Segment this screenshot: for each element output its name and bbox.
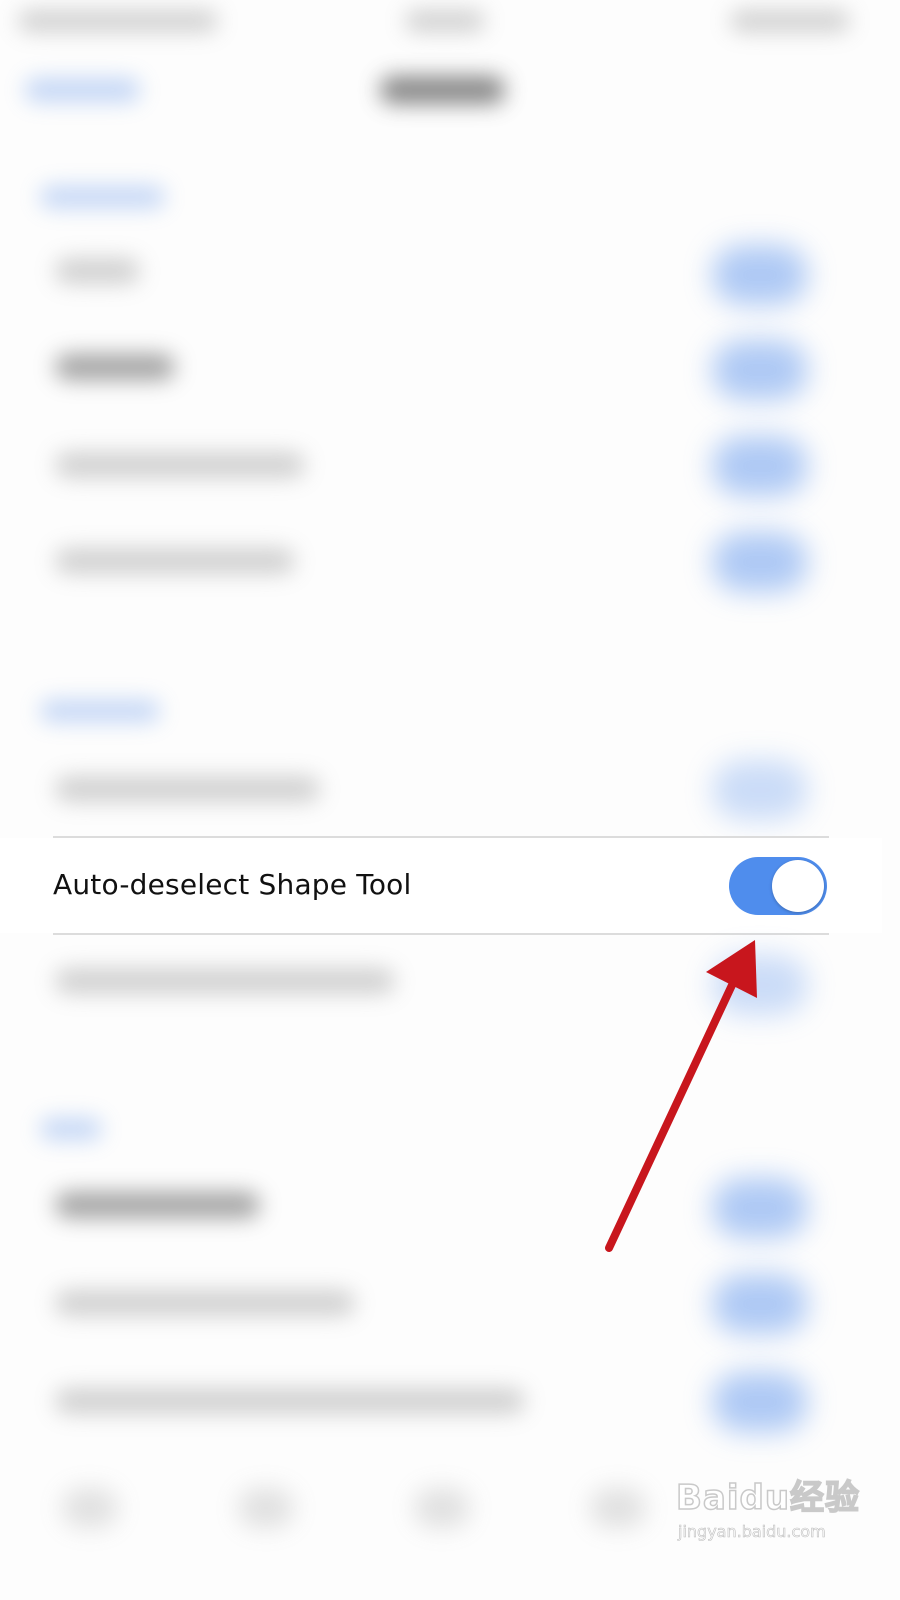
blurred-row-10-toggle[interactable]: [712, 1372, 808, 1432]
blurred-row-3-toggle[interactable]: [712, 436, 808, 496]
blurred-row-9-label: [55, 1290, 355, 1316]
blurred-row-1-label: [55, 258, 140, 284]
auto-deselect-shape-tool-row[interactable]: Auto-deselect Shape Tool: [0, 838, 882, 933]
baidu-logo-text: Baidu经验: [675, 1477, 861, 1519]
blurred-row-1-toggle[interactable]: [712, 245, 808, 305]
baidu-url-text: jingyan.baidu.com: [678, 1522, 826, 1542]
toggle-knob: [772, 860, 824, 912]
blurred-tab-2[interactable]: [238, 1488, 294, 1528]
auto-deselect-shape-tool-toggle[interactable]: [729, 857, 827, 915]
blurred-row-2-label: [55, 354, 175, 380]
blurred-row-5-toggle[interactable]: [712, 760, 808, 820]
blurred-nav-title: [380, 76, 505, 104]
auto-deselect-shape-tool-label: Auto-deselect Shape Tool: [53, 868, 412, 901]
blurred-tab-1[interactable]: [62, 1488, 118, 1528]
blurred-row-8-toggle[interactable]: [712, 1178, 808, 1238]
blurred-row-5-label: [55, 776, 320, 802]
blurred-section-header-1: [40, 186, 165, 208]
blurred-row-8-label: [55, 1192, 260, 1218]
row-divider-bottom: [53, 933, 829, 935]
blurred-section-header-2: [40, 700, 160, 722]
blurred-row-2-toggle[interactable]: [712, 340, 808, 400]
blurred-status-bar-battery: [730, 10, 850, 32]
blurred-row-9-toggle[interactable]: [712, 1274, 808, 1334]
blurred-row-7-toggle[interactable]: [712, 955, 808, 1015]
blurred-tab-4[interactable]: [590, 1488, 646, 1528]
blurred-row-10-label: [55, 1388, 525, 1414]
blurred-section-header-3: [40, 1118, 102, 1140]
blurred-status-bar-left: [18, 10, 218, 32]
blurred-tab-3[interactable]: [414, 1488, 470, 1528]
blurred-row-4-toggle[interactable]: [712, 532, 808, 592]
blurred-back-button[interactable]: [25, 78, 140, 102]
settings-screen: Auto-deselect Shape Tool Baidu经验 jingyan…: [0, 0, 882, 1568]
blurred-status-bar-time: [405, 10, 485, 32]
baidu-watermark: Baidu经验 jingyan.baidu.com: [675, 1470, 860, 1550]
blurred-row-4-label: [55, 548, 295, 574]
blurred-row-3-label: [55, 452, 305, 478]
blurred-row-7-label: [55, 968, 395, 994]
